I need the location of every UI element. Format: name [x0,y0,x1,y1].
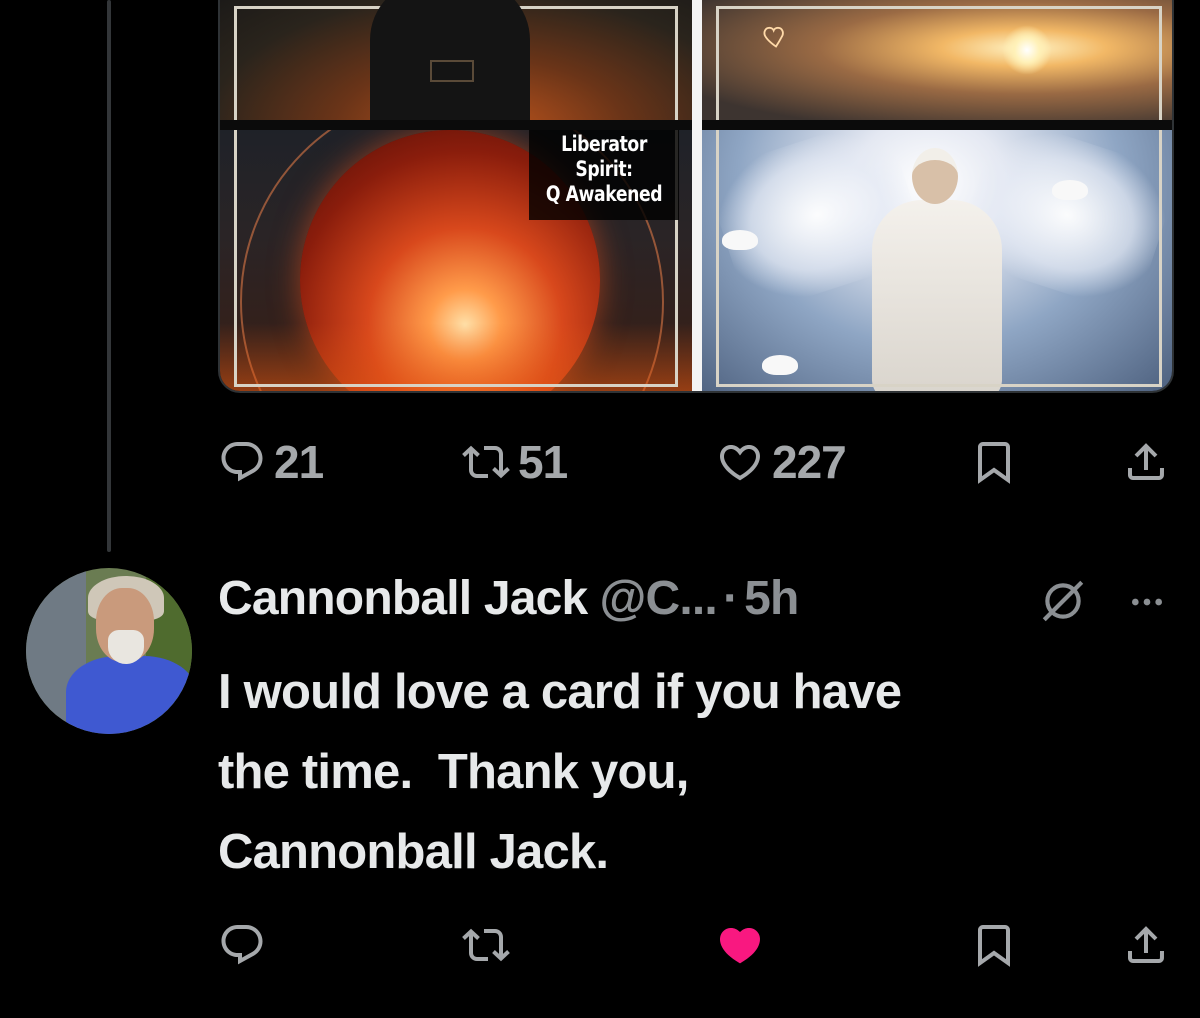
card-frame [716,130,1162,387]
media-image-sunlit-clouds[interactable] [702,0,1172,120]
author-name[interactable]: Cannonball Jack [218,571,588,626]
reply-button[interactable] [218,915,266,975]
reply-icon [221,442,263,482]
heart-filled-icon [719,928,761,964]
bookmark-icon [978,442,1010,484]
image-caption: Liberator Spirit: Q Awakened [529,130,679,220]
reply-action-bar [218,915,1178,975]
reply-icon [221,925,263,965]
media-divider-vertical [692,0,702,391]
media-image-blood-moon[interactable]: Liberator Spirit: Q Awakened [220,130,692,391]
share-icon [1128,926,1164,963]
bookmark-button[interactable] [970,915,1018,975]
belt-buckle [430,60,474,82]
repost-icon [462,928,510,962]
avatar-beard [108,630,144,664]
share-icon [1128,443,1164,480]
tweet-action-bar: 21 51 227 [218,432,1178,492]
share-button[interactable] [1122,432,1170,492]
caption-line-3: Q Awakened [545,182,663,206]
media-image-dark-figure[interactable] [220,0,692,120]
reply-header: Cannonball Jack @C... · 5h [218,568,799,628]
like-button[interactable] [716,915,764,975]
heart-outline-icon [763,26,784,48]
share-button[interactable] [1122,915,1170,975]
heart-icon [719,445,761,481]
repost-button[interactable] [462,915,510,975]
separator-dot: · [722,571,739,625]
caption-line-1: Liberator [561,132,647,156]
like-button[interactable]: 227 [716,432,847,492]
caption-line-2: Spirit: [575,157,633,181]
bookmark-button[interactable] [970,432,1018,492]
more-icon[interactable] [1124,582,1170,622]
reply-button[interactable]: 21 [218,432,324,492]
media-image-angel[interactable] [702,130,1172,391]
repost-icon [462,445,510,479]
avatar-shirt [66,656,192,734]
grok-icon[interactable] [1038,576,1088,626]
bookmark-icon [978,925,1010,967]
repost-button[interactable]: 51 [462,432,568,492]
avatar[interactable] [26,568,192,734]
like-count: 227 [772,436,847,488]
author-handle[interactable]: @C... [599,571,717,626]
tweet-media-grid[interactable]: Liberator Spirit: Q Awakened [218,0,1174,393]
timestamp[interactable]: 5h [744,571,799,626]
reply-count: 21 [274,436,324,488]
sun-glow [1002,25,1052,75]
reply-text: I would love a card if you have the time… [218,665,902,879]
screen: Liberator Spirit: Q Awakened 21 51 227 C… [0,0,1200,1018]
thread-line [107,0,111,552]
repost-count: 51 [518,436,568,488]
